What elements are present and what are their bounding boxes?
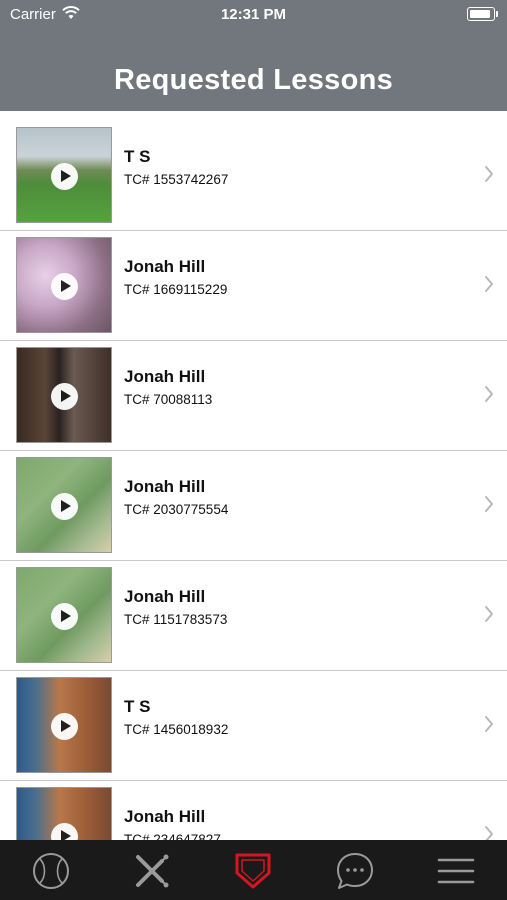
lesson-row[interactable]: Jonah Hill TC# 1151783573 (0, 561, 507, 671)
lessons-list[interactable]: T S TC# 1553742267 Jonah Hill TC# 166911… (0, 121, 507, 840)
tc-number: TC# 234647827 (124, 832, 221, 840)
student-name: T S (124, 697, 151, 716)
video-thumbnail[interactable] (16, 127, 112, 223)
student-name: Jonah Hill (124, 587, 206, 606)
baseball-icon[interactable] (31, 851, 71, 891)
lesson-row[interactable]: Jonah Hill TC# 2030775554 (0, 451, 507, 561)
status-bar: Carrier 12:31 PM (0, 0, 507, 28)
play-icon[interactable] (51, 493, 78, 520)
video-thumbnail[interactable] (16, 237, 112, 333)
page-title: Requested Lessons (113, 64, 394, 96)
home-plate-icon[interactable] (233, 851, 273, 891)
tc-number: TC# 1669115229 (124, 282, 228, 297)
lesson-row[interactable]: Jonah Hill TC# 234647827 (0, 781, 507, 840)
lesson-row[interactable]: T S TC# 1553742267 (0, 121, 507, 231)
lesson-row[interactable]: Jonah Hill TC# 1669115229 (0, 231, 507, 341)
chevron-right-icon (481, 495, 497, 513)
header: Carrier 12:31 PM Requested Lessons (0, 0, 507, 111)
student-name: Jonah Hill (124, 807, 206, 826)
battery-icon (467, 7, 498, 21)
crossed-bats-icon[interactable] (132, 851, 172, 891)
lesson-row[interactable]: T S TC# 1456018932 (0, 671, 507, 781)
tc-number: TC# 1151783573 (124, 612, 228, 627)
chevron-right-icon (481, 275, 497, 293)
play-icon[interactable] (51, 603, 78, 630)
student-name: Jonah Hill (124, 367, 206, 386)
play-icon[interactable] (51, 383, 78, 410)
tc-number: TC# 1456018932 (124, 722, 229, 737)
video-thumbnail[interactable] (16, 347, 112, 443)
student-name: Jonah Hill (124, 477, 206, 496)
tc-number: TC# 1553742267 (124, 172, 229, 187)
play-icon[interactable] (51, 273, 78, 300)
clock: 12:31 PM (220, 6, 287, 23)
tc-number: TC# 70088113 (124, 392, 213, 407)
chevron-right-icon (481, 825, 497, 840)
tc-number: TC# 2030775554 (124, 502, 229, 517)
play-icon[interactable] (51, 713, 78, 740)
chevron-right-icon (481, 165, 497, 183)
chevron-right-icon (481, 605, 497, 623)
chat-bubble-icon[interactable] (335, 851, 375, 891)
chevron-right-icon (481, 385, 497, 403)
play-icon[interactable] (51, 163, 78, 190)
chevron-right-icon (481, 715, 497, 733)
student-name: T S (124, 147, 151, 166)
tab-bar (0, 840, 507, 900)
student-name: Jonah Hill (124, 257, 206, 276)
lesson-row[interactable]: Jonah Hill TC# 70088113 (0, 341, 507, 451)
video-thumbnail[interactable] (16, 787, 112, 840)
video-thumbnail[interactable] (16, 457, 112, 553)
menu-icon[interactable] (436, 851, 476, 891)
video-thumbnail[interactable] (16, 677, 112, 773)
video-thumbnail[interactable] (16, 567, 112, 663)
